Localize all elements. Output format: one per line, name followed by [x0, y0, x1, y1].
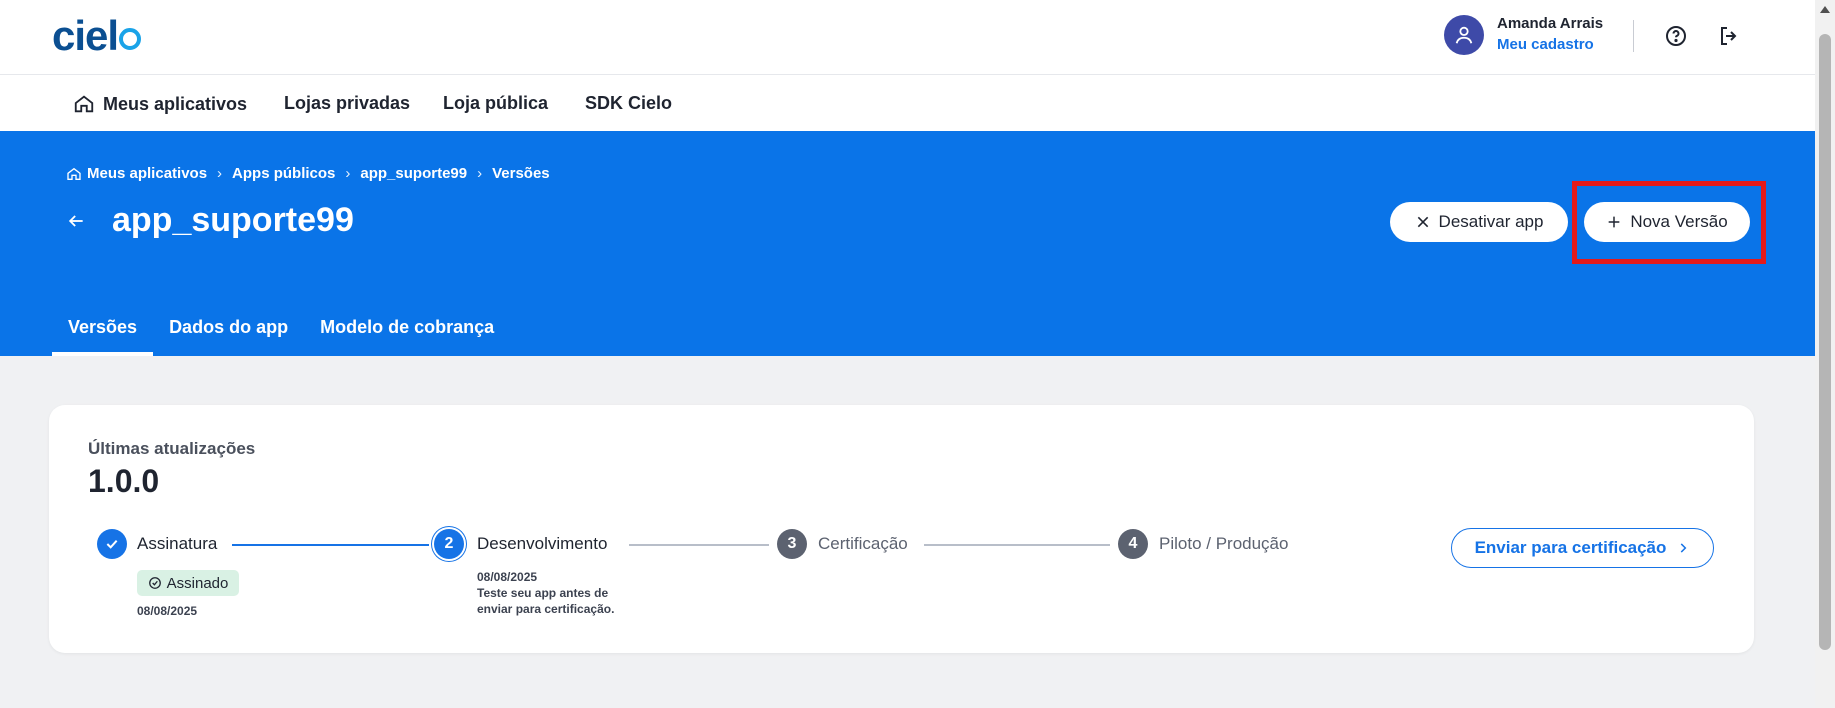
check-circle-icon — [148, 577, 161, 589]
button-label: Enviar para certificação — [1474, 538, 1667, 557]
tab-app-data[interactable]: Dados do app — [153, 309, 304, 356]
nav-item-label: Lojas privadas — [284, 93, 411, 113]
page-tabs: Versões Dados do app Modelo de cobrança — [52, 309, 510, 356]
step-done-check-icon — [97, 529, 127, 559]
step-number-certification: 3 — [777, 529, 807, 559]
home-icon — [67, 167, 81, 180]
nav-item-public-store[interactable]: Loja pública — [443, 93, 548, 114]
main-nav: Meus aplicativos Lojas privadas Loja púb… — [0, 75, 1815, 131]
help-icon[interactable] — [1664, 24, 1688, 53]
deactivate-app-button[interactable]: Desativar app — [1390, 202, 1568, 242]
header-divider — [1633, 20, 1634, 52]
my-profile-link[interactable]: Meu cadastro — [1497, 36, 1594, 53]
step-label-pilot: Piloto / Produção — [1159, 534, 1289, 553]
nav-item-label: Meus aplicativos — [103, 93, 248, 114]
user-avatar[interactable] — [1444, 15, 1484, 55]
user-icon — [1455, 26, 1473, 44]
breadcrumb-item[interactable]: app_suporte99 — [360, 165, 467, 182]
chevron-right-icon: › — [217, 165, 223, 182]
page-scrollbar[interactable] — [1815, 0, 1835, 708]
back-arrow-icon[interactable] — [66, 211, 86, 236]
close-icon — [1417, 216, 1428, 228]
step-number-development: 2 — [434, 529, 464, 559]
nav-item-label: SDK Cielo — [585, 93, 673, 113]
highlight-annotation — [1572, 181, 1766, 264]
button-label: Desativar app — [1438, 212, 1544, 231]
nav-item-private-stores[interactable]: Lojas privadas — [284, 93, 410, 114]
breadcrumb-item[interactable]: Apps públicos — [232, 165, 335, 182]
cielo-logo[interactable]: ciel — [52, 12, 142, 60]
badge-label: Assinado — [166, 574, 229, 592]
step-label-development: Desenvolvimento — [477, 534, 608, 553]
page-hero: Meus aplicativos › Apps públicos › app_s… — [0, 131, 1815, 356]
nav-item-sdk[interactable]: SDK Cielo — [585, 93, 672, 114]
top-header: ciel Amanda Arrais Meu cadastro — [0, 0, 1815, 75]
scroll-thumb[interactable] — [1819, 34, 1831, 650]
version-number: 1.0.0 — [88, 463, 160, 499]
step-connector — [232, 544, 429, 546]
card-subtitle: Últimas atualizações — [88, 439, 256, 458]
nav-item-my-apps[interactable]: Meus aplicativos — [73, 93, 247, 115]
dev-date: 08/08/2025 — [477, 570, 538, 584]
home-icon — [74, 95, 94, 113]
breadcrumb: Meus aplicativos › Apps públicos › app_s… — [66, 165, 550, 182]
dev-note: Teste seu app antes de — [477, 586, 609, 600]
step-connector — [924, 544, 1110, 546]
chevron-right-icon: › — [345, 165, 351, 182]
signed-date: 08/08/2025 — [137, 604, 198, 618]
status-badge: Assinado — [137, 570, 239, 596]
step-label-certification: Certificação — [818, 534, 908, 553]
page-title: app_suporte99 — [112, 201, 354, 239]
send-to-certification-button[interactable]: Enviar para certificação — [1451, 528, 1714, 568]
nav-item-label: Loja pública — [443, 93, 549, 113]
step-connector — [629, 544, 769, 546]
scroll-up-arrow-icon[interactable] — [1820, 6, 1830, 13]
chevron-right-icon: › — [477, 165, 483, 182]
step-number-pilot: 4 — [1118, 529, 1148, 559]
dev-note: enviar para certificação. — [477, 602, 615, 616]
step-label-signature: Assinatura — [137, 534, 218, 553]
logout-icon[interactable] — [1717, 24, 1741, 53]
tab-billing-model[interactable]: Modelo de cobrança — [304, 309, 510, 356]
latest-updates-card: Últimas atualizações 1.0.0 Assinatura 2 … — [49, 405, 1754, 653]
chevron-right-icon — [1681, 543, 1687, 553]
tab-versions[interactable]: Versões — [52, 309, 154, 356]
breadcrumb-item: Versões — [492, 165, 550, 182]
breadcrumb-item[interactable]: Meus aplicativos — [87, 165, 207, 182]
user-name: Amanda Arrais — [1497, 15, 1604, 32]
